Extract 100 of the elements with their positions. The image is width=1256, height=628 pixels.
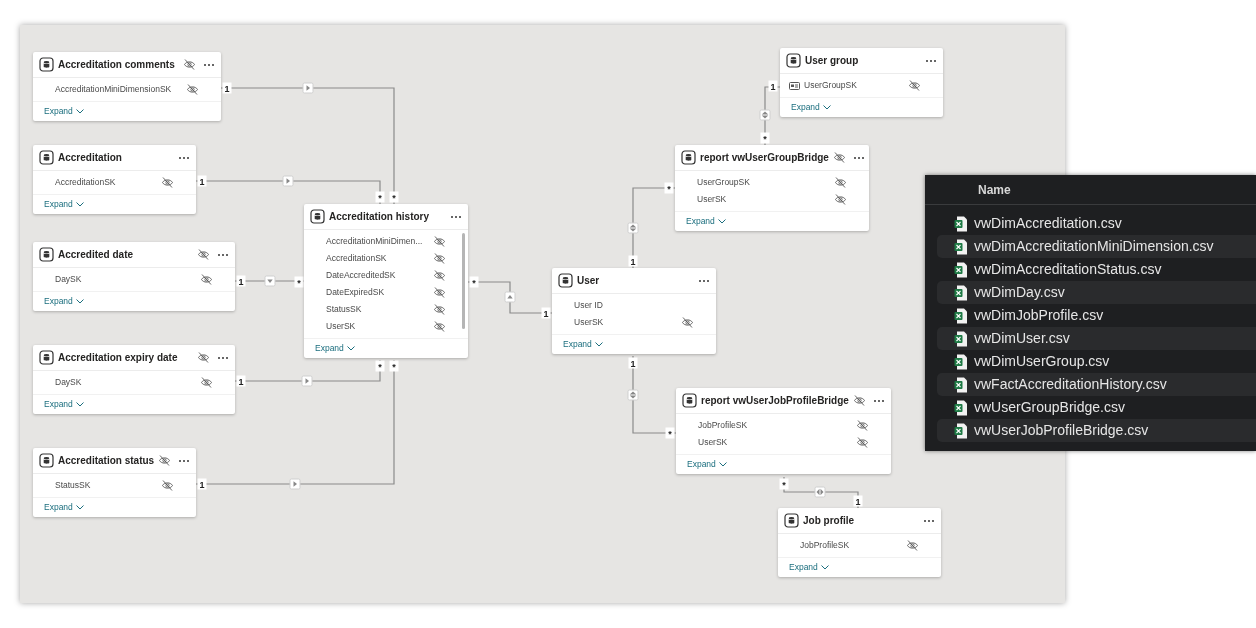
field-name: StatusSK xyxy=(55,479,92,492)
table-title: Accreditation expiry date xyxy=(58,351,179,365)
table-card[interactable]: report vwUserGroupBridge UserGroupSK UserSK Expand xyxy=(675,145,869,231)
table-title: User xyxy=(577,274,601,288)
relationship-line[interactable]: 1 * xyxy=(627,182,676,269)
more-icon xyxy=(217,252,229,257)
expand-button[interactable]: Expand xyxy=(791,101,831,114)
relationship-line[interactable]: 1 * xyxy=(759,80,781,146)
file-name: vwDimAccreditationStatus.csv xyxy=(974,260,1162,279)
expand-button[interactable]: Expand xyxy=(44,398,84,411)
expand-button[interactable]: Expand xyxy=(563,338,603,351)
file-name: vwDimAccreditation.csv xyxy=(974,214,1122,233)
cardinality-label: 1 xyxy=(197,175,207,187)
file-name: vwDimAccreditationMiniDimension.csv xyxy=(974,237,1214,256)
spreadsheet-file-icon xyxy=(954,399,968,416)
chevron-down-icon xyxy=(75,505,84,510)
column-header: Name xyxy=(978,181,1011,199)
expand-button[interactable]: Expand xyxy=(687,458,727,471)
file-name: vwDimUserGroup.csv xyxy=(974,352,1110,371)
table-card[interactable]: Accreditation AccreditationSK Expand xyxy=(33,145,196,214)
more-icon xyxy=(698,278,710,283)
table-card[interactable]: Accreditation history AccreditationMiniDimen... AccreditationSK DateAccreditedSK DateExpiredSK StatusSK UserSK Expand xyxy=(304,204,468,358)
field-name: DaySK xyxy=(55,376,83,389)
field-name: DaySK xyxy=(55,273,83,286)
table-card[interactable]: Accreditation expiry date DaySK Expand xyxy=(33,345,235,414)
relationship-line[interactable]: 1 * xyxy=(234,275,305,288)
cardinality-label: * xyxy=(389,191,399,203)
cardinality-label: * xyxy=(294,276,304,288)
spreadsheet-file-icon xyxy=(954,307,968,324)
spreadsheet-file-icon xyxy=(954,215,968,232)
cardinality-label: 1 xyxy=(236,375,246,387)
chevron-down-icon xyxy=(718,462,727,467)
field-name: DateAccreditedSK xyxy=(326,269,397,282)
cardinality-label: 1 xyxy=(222,82,232,94)
table-icon xyxy=(39,453,54,468)
relationship-line[interactable]: 1 * xyxy=(234,359,385,387)
table-icon xyxy=(681,150,696,165)
table-icon xyxy=(39,57,54,72)
table-title: Accreditation status xyxy=(58,454,155,468)
table-icon xyxy=(310,209,325,224)
expand-button[interactable]: Expand xyxy=(44,501,84,514)
chevron-down-icon xyxy=(346,346,355,351)
chevron-down-icon xyxy=(75,402,84,407)
expand-button[interactable]: Expand xyxy=(44,198,84,211)
relationship-line[interactable]: 1 * xyxy=(779,476,863,509)
cardinality-label: 1 xyxy=(853,495,863,507)
table-card[interactable]: report vwUserJobProfileBridge JobProfileSK UserSK Expand xyxy=(676,388,891,474)
table-card[interactable]: User User ID UserSK Expand xyxy=(552,268,716,354)
table-icon xyxy=(784,513,799,528)
cardinality-label: 1 xyxy=(628,255,638,267)
chevron-down-icon xyxy=(75,299,84,304)
spreadsheet-file-icon xyxy=(954,261,968,278)
file-name: vwDimUser.csv xyxy=(974,329,1070,348)
table-card[interactable]: User group UserGroupSK Expand xyxy=(780,48,943,117)
table-title: User group xyxy=(805,54,860,68)
field-name: UserGroupSK xyxy=(804,79,858,92)
cardinality-label: * xyxy=(469,276,479,288)
file-name: vwUserGroupBridge.csv xyxy=(974,398,1125,417)
cardinality-label: * xyxy=(664,182,674,194)
table-card[interactable]: Accreditation status StatusSK Expand xyxy=(33,448,196,517)
field-name: DateExpiredSK xyxy=(326,286,386,299)
table-card[interactable]: Job profile JobProfileSK Expand xyxy=(778,508,941,577)
field-name: JobProfileSK xyxy=(800,539,851,552)
expand-button[interactable]: Expand xyxy=(44,295,84,308)
field-name: User ID xyxy=(574,299,604,312)
field-name: AccreditationSK xyxy=(326,252,388,265)
expand-button[interactable]: Expand xyxy=(44,105,84,118)
expand-button[interactable]: Expand xyxy=(686,215,726,228)
field-name: AccreditationMiniDimen... xyxy=(326,235,424,248)
more-icon xyxy=(923,518,935,523)
table-title: Accreditation xyxy=(58,151,123,165)
cardinality-label: 1 xyxy=(628,357,638,369)
relationship-line[interactable]: 1 * xyxy=(195,175,385,205)
table-title: Accredited date xyxy=(58,248,135,262)
table-card[interactable]: Accredited date DaySK Expand xyxy=(33,242,235,311)
field-name: JobProfileSK xyxy=(698,419,749,432)
table-icon xyxy=(39,150,54,165)
more-icon xyxy=(852,155,865,160)
table-title: Job profile xyxy=(803,514,856,528)
field-name: AccreditationSK xyxy=(55,176,117,189)
table-icon xyxy=(786,53,801,68)
cardinality-label: 1 xyxy=(236,275,246,287)
table-title: Accreditation history xyxy=(329,210,431,224)
relationship-line[interactable]: 1 * xyxy=(467,276,553,319)
cardinality-label: * xyxy=(760,132,770,144)
cardinality-label: 1 xyxy=(197,478,207,490)
cardinality-label: 1 xyxy=(768,80,778,92)
expand-button[interactable]: Expand xyxy=(315,342,355,355)
chevron-down-icon xyxy=(75,202,84,207)
table-title: report vwUserGroupBridge xyxy=(700,151,829,165)
field-name: UserSK xyxy=(326,320,357,333)
table-card[interactable]: Accreditation comments AccreditationMiniDimensionSK Expand xyxy=(33,52,221,121)
more-icon xyxy=(217,355,229,360)
spreadsheet-file-icon xyxy=(954,330,968,347)
relationship-line[interactable]: 1 * xyxy=(627,355,677,439)
expand-button[interactable]: Expand xyxy=(789,561,829,574)
more-icon xyxy=(450,214,462,219)
table-title: report vwUserJobProfileBridge xyxy=(701,394,849,408)
chevron-down-icon xyxy=(717,219,726,224)
more-icon xyxy=(925,58,937,63)
